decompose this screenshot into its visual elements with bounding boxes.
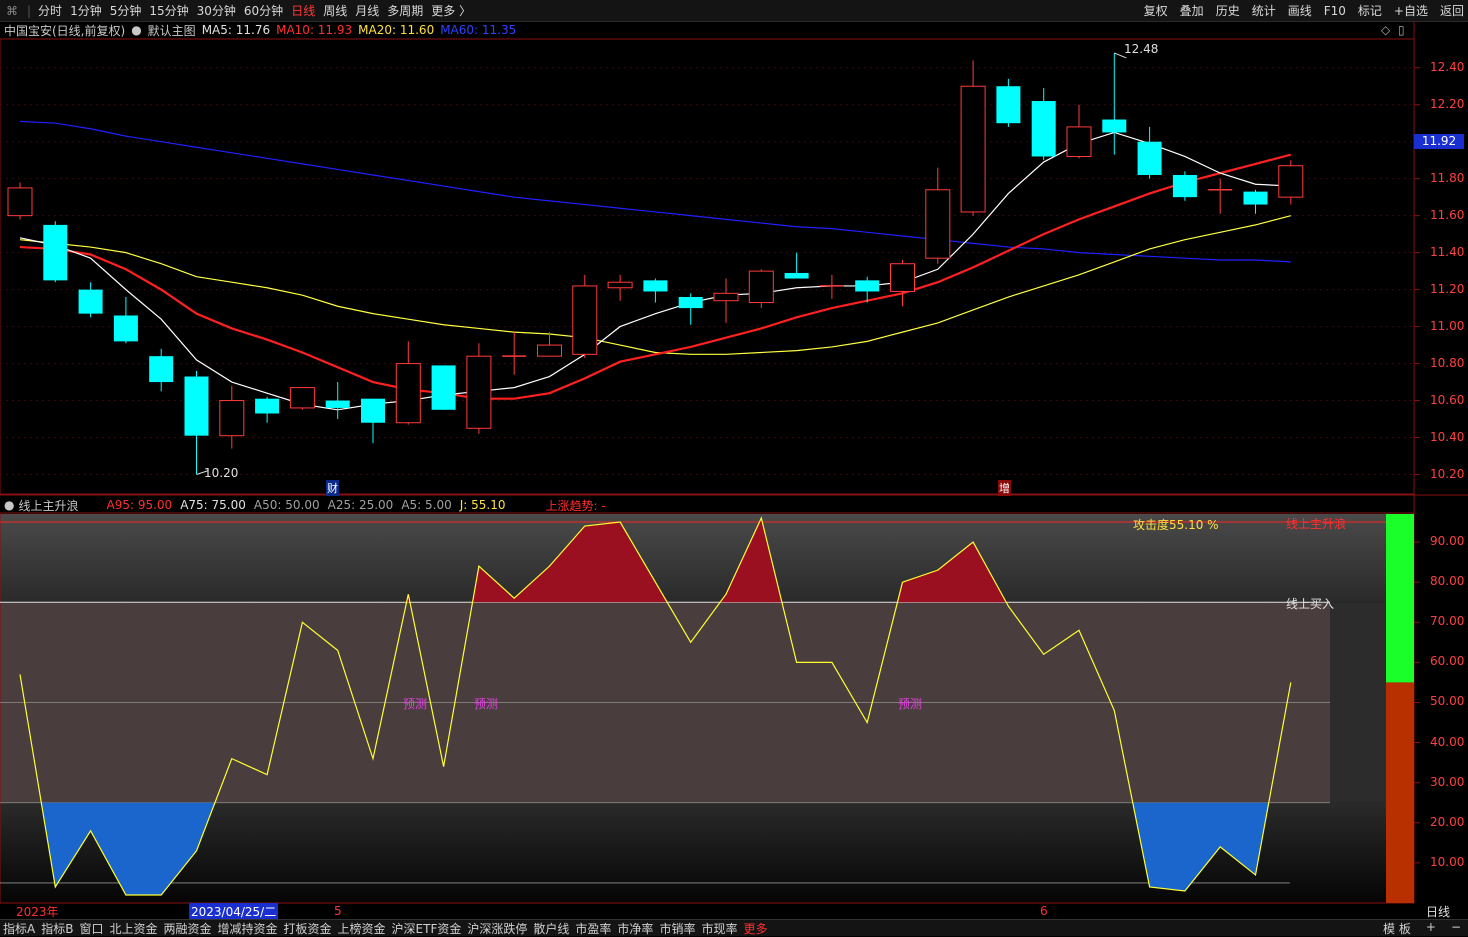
date-month-6: 6 <box>1040 904 1048 918</box>
candle-body-down <box>643 280 668 292</box>
bottom-toolbar: 指标A 指标B 窗口 北上资金 两融资金 增减持资金 打板资金 上榜资金 沪深ETF资金 沪深涨跌… <box>0 919 1468 936</box>
bottom-tab[interactable]: 市盈率 <box>575 920 611 937</box>
main-panel-border <box>0 38 1415 495</box>
candle-body-up <box>607 281 633 289</box>
candle-body-down <box>431 365 456 410</box>
bottom-right-button[interactable]: 模 板 <box>1383 920 1411 937</box>
predict-label: 预测 <box>403 697 428 711</box>
bottom-tab[interactable]: 窗口 <box>79 920 103 937</box>
attack-label: 攻击度55.10 % <box>1133 518 1219 532</box>
candle-body-up <box>537 344 562 357</box>
bottom-tab[interactable]: 打板资金 <box>284 920 332 937</box>
candle-body-up <box>890 263 915 292</box>
predict-label: 预测 <box>898 697 923 711</box>
bottom-tab[interactable]: 市净率 <box>617 920 653 937</box>
bottom-tab[interactable]: 沪深涨跌停 <box>467 920 527 937</box>
bottom-tab[interactable]: 指标B <box>41 920 73 937</box>
period-label[interactable]: 日线 <box>1426 903 1450 920</box>
candle-body-down <box>149 356 174 383</box>
date-year: 2023年 <box>16 904 59 919</box>
bottom-tab[interactable]: 两融资金 <box>163 920 211 937</box>
candle-body-down <box>855 280 880 292</box>
bottom-tab[interactable]: 市销率 <box>659 920 695 937</box>
ma-line-ma10 <box>19 153 1292 400</box>
event-finance-marker[interactable]: 财 <box>326 480 339 496</box>
low-price-label: 10.20 <box>204 466 239 480</box>
bottom-tab[interactable]: 北上资金 <box>109 920 157 937</box>
candle-body-up <box>925 189 951 259</box>
candle-body-down <box>996 86 1021 124</box>
indicator-tick-label: 80.00 <box>1430 574 1465 589</box>
date-cursor: 2023/04/25/二 <box>189 902 279 920</box>
indicator-tick-label: 90.00 <box>1430 534 1465 549</box>
candle-body-up <box>219 400 245 437</box>
candle-body-down <box>784 272 809 279</box>
candle-body-down <box>361 398 385 423</box>
price-tick-label: 11.60 <box>1430 207 1465 222</box>
price-tick-label: 12.20 <box>1430 96 1465 111</box>
label-buy-line: 线上买入 <box>1286 597 1335 611</box>
candle-body-up <box>572 285 598 355</box>
bottom-tabs: 指标A 指标B 窗口 北上资金 两融资金 增减持资金 打板资金 上榜资金 沪深ETF资金 沪深涨跌… <box>0 920 770 937</box>
candle-body-down <box>1243 191 1268 205</box>
candle-body-up <box>466 355 492 429</box>
gauge-bar-orange <box>1386 682 1414 903</box>
candle-body-up <box>7 187 33 217</box>
candle-body-down <box>325 400 350 408</box>
event-increase-marker[interactable]: 增 <box>998 480 1011 496</box>
candle-body-up <box>395 363 421 424</box>
candle-body-up <box>713 292 739 302</box>
indicator-tick-label: 60.00 <box>1430 654 1465 669</box>
current-price-tag: 11.92 <box>1414 134 1464 149</box>
indicator-tick-label: 30.00 <box>1430 774 1465 789</box>
candle-body-up <box>289 387 315 409</box>
price-tick-label: 11.20 <box>1430 281 1465 296</box>
bottom-right-group: 模 板 + − <box>1371 920 1464 937</box>
candle-body-down <box>43 224 68 281</box>
label-top-line: 线上主升浪 <box>1286 517 1347 531</box>
predict-label: 预测 <box>474 697 499 711</box>
price-tick-label: 12.40 <box>1430 59 1465 74</box>
gauge-bar-green <box>1386 514 1414 683</box>
high-price-label: 12.48 <box>1124 42 1159 56</box>
price-tick-label: 11.40 <box>1430 244 1465 259</box>
bottom-tab[interactable]: 指标A <box>3 920 35 937</box>
price-tick-label: 11.80 <box>1430 170 1465 185</box>
indicator-tick-label: 40.00 <box>1430 734 1465 749</box>
candle-body-up <box>748 270 774 304</box>
candle-body-down <box>678 297 703 309</box>
indicator-tick-label: 20.00 <box>1430 814 1465 829</box>
price-tick-label: 10.40 <box>1430 429 1465 444</box>
candle-body-up <box>1278 165 1304 198</box>
indicator-tick-label: 50.00 <box>1430 694 1465 709</box>
indicator-tick-label: 10.00 <box>1430 854 1465 869</box>
bottom-right-button[interactable]: + <box>1426 920 1436 937</box>
bottom-tab[interactable]: 散户线 <box>533 920 569 937</box>
candle-body-down <box>113 315 138 342</box>
bottom-tab[interactable]: 增减持资金 <box>218 920 278 937</box>
candle-body-down <box>78 289 103 314</box>
price-tick-label: 11.00 <box>1430 318 1465 333</box>
candle-body-down <box>1137 141 1162 175</box>
candle-body-up <box>1066 126 1092 157</box>
price-tick-label: 10.60 <box>1430 392 1465 407</box>
candle-body-down <box>1031 101 1056 157</box>
bottom-tab[interactable]: 市现率 <box>701 920 737 937</box>
bottom-tab[interactable]: 上榜资金 <box>338 920 386 937</box>
candle-body-down <box>255 398 280 414</box>
indicator-tick-label: 70.00 <box>1430 614 1465 629</box>
bottom-tab[interactable]: 更多 <box>743 920 767 937</box>
date-month-5: 5 <box>334 904 342 918</box>
date-axis: 2023年 2023/04/25/二 5 6 日线 <box>0 902 1468 920</box>
candle-body-up <box>960 85 986 213</box>
price-tick-label: 10.80 <box>1430 355 1465 370</box>
bottom-tab[interactable]: 沪深ETF资金 <box>392 920 462 937</box>
candle-body-down <box>1102 119 1127 133</box>
bottom-right-button[interactable]: − <box>1451 920 1461 937</box>
candle-body-down <box>184 376 209 436</box>
price-tick-label: 10.20 <box>1430 466 1465 481</box>
ma-line-ma5 <box>19 131 1291 411</box>
candle-body-down <box>1172 174 1197 198</box>
ma-line-ma60 <box>19 120 1291 263</box>
